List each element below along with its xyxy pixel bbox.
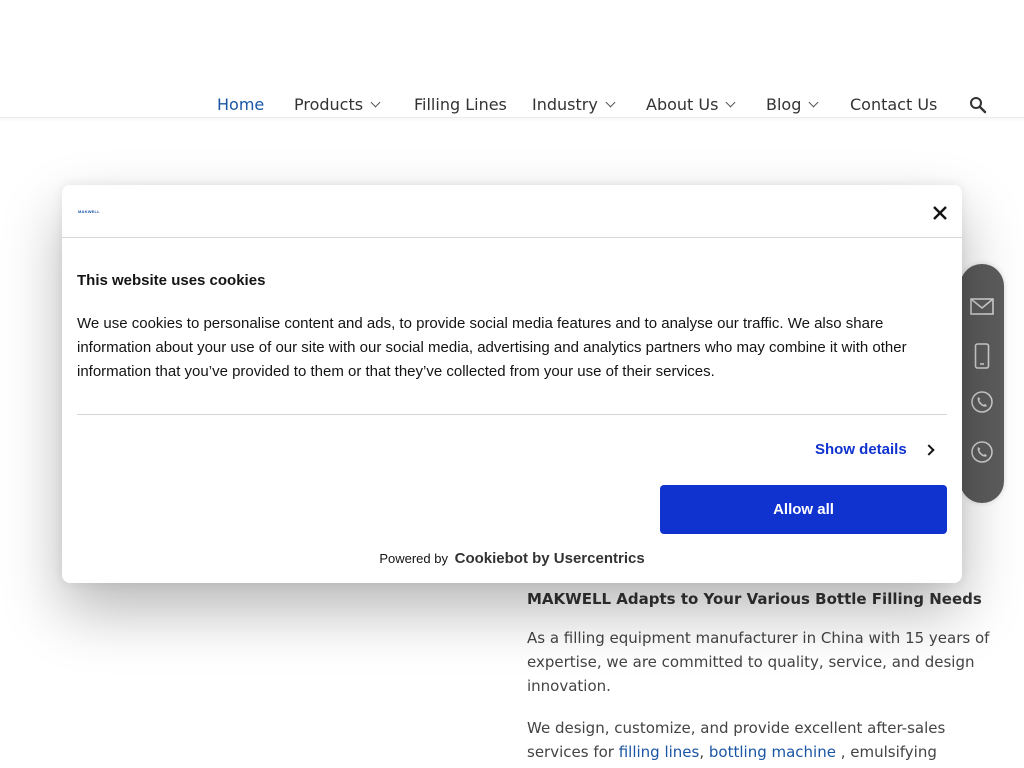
nav-blog[interactable]: Blog — [766, 95, 819, 114]
nav-blog-label: Blog — [766, 95, 802, 114]
chevron-right-icon — [923, 443, 935, 456]
nav-home-label: Home — [217, 95, 265, 114]
close-icon[interactable] — [928, 201, 952, 225]
nav-about-us[interactable]: About Us — [646, 95, 736, 114]
email-button[interactable] — [960, 286, 1004, 330]
chevron-down-icon — [605, 97, 616, 108]
phone-button[interactable] — [960, 336, 1004, 380]
nav-products-label: Products — [294, 95, 364, 114]
show-details-link[interactable]: Show details — [815, 441, 935, 458]
nav-industry-label: Industry — [532, 95, 598, 114]
services-text-end: , emulsifying — [835, 743, 937, 761]
intro-paragraph: As a filling equipment manufacturer in C… — [527, 629, 990, 695]
show-details-label: Show details — [815, 441, 907, 458]
allow-all-button[interactable]: Allow all — [660, 485, 947, 534]
search-icon[interactable] — [969, 96, 987, 114]
services-comma: , — [699, 743, 709, 761]
nav-filling-lines[interactable]: Filling Lines — [414, 95, 507, 114]
filling-lines-link[interactable]: filling lines — [619, 743, 700, 761]
nav-home[interactable]: Home — [217, 95, 264, 114]
chevron-down-icon — [808, 97, 819, 108]
nav-industry[interactable]: Industry — [532, 95, 616, 114]
mail-icon — [970, 297, 994, 319]
chevron-down-icon — [725, 97, 736, 108]
nav-filling-lines-label: Filling Lines — [414, 95, 507, 114]
powered-by: Powered by Cookiebot by Usercentrics — [62, 550, 962, 567]
site-logo: MAKWELL — [78, 209, 100, 214]
whatsapp-icon — [970, 390, 994, 418]
divider — [77, 414, 947, 415]
whatsapp-icon — [970, 440, 994, 468]
cookie-consent-dialog: MAKWELL This website uses cookies We use… — [62, 185, 962, 583]
cookiebot-brand[interactable]: Cookiebot by Usercentrics — [455, 550, 645, 567]
services-paragraph: We design, customize, and provide excell… — [527, 716, 997, 764]
powered-by-label: Powered by — [379, 551, 448, 566]
chevron-down-icon — [370, 97, 381, 108]
nav-contact-us-label: Contact Us — [850, 95, 938, 114]
site-header: Home Products Filling Lines Industry Abo… — [0, 0, 1024, 118]
nav-contact-us[interactable]: Contact Us — [850, 95, 937, 114]
cookie-description: We use cookies to personalise content an… — [77, 315, 907, 380]
intro-section: MAKWELL Adapts to Your Various Bottle Fi… — [527, 590, 997, 768]
cookie-dialog-header: MAKWELL — [62, 185, 962, 238]
bottling-machine-link[interactable]: bottling machine — [709, 743, 836, 761]
intro-heading: MAKWELL Adapts to Your Various Bottle Fi… — [527, 590, 982, 608]
main-nav: Home Products Filling Lines Industry Abo… — [0, 95, 1024, 119]
whatsapp-button-1[interactable] — [960, 382, 1004, 426]
contact-sidebar — [960, 264, 1004, 503]
mobile-phone-icon — [974, 343, 990, 373]
cookie-title: This website uses cookies — [77, 272, 266, 289]
nav-about-us-label: About Us — [646, 95, 719, 114]
whatsapp-button-2[interactable] — [960, 432, 1004, 476]
nav-products[interactable]: Products — [294, 95, 381, 114]
